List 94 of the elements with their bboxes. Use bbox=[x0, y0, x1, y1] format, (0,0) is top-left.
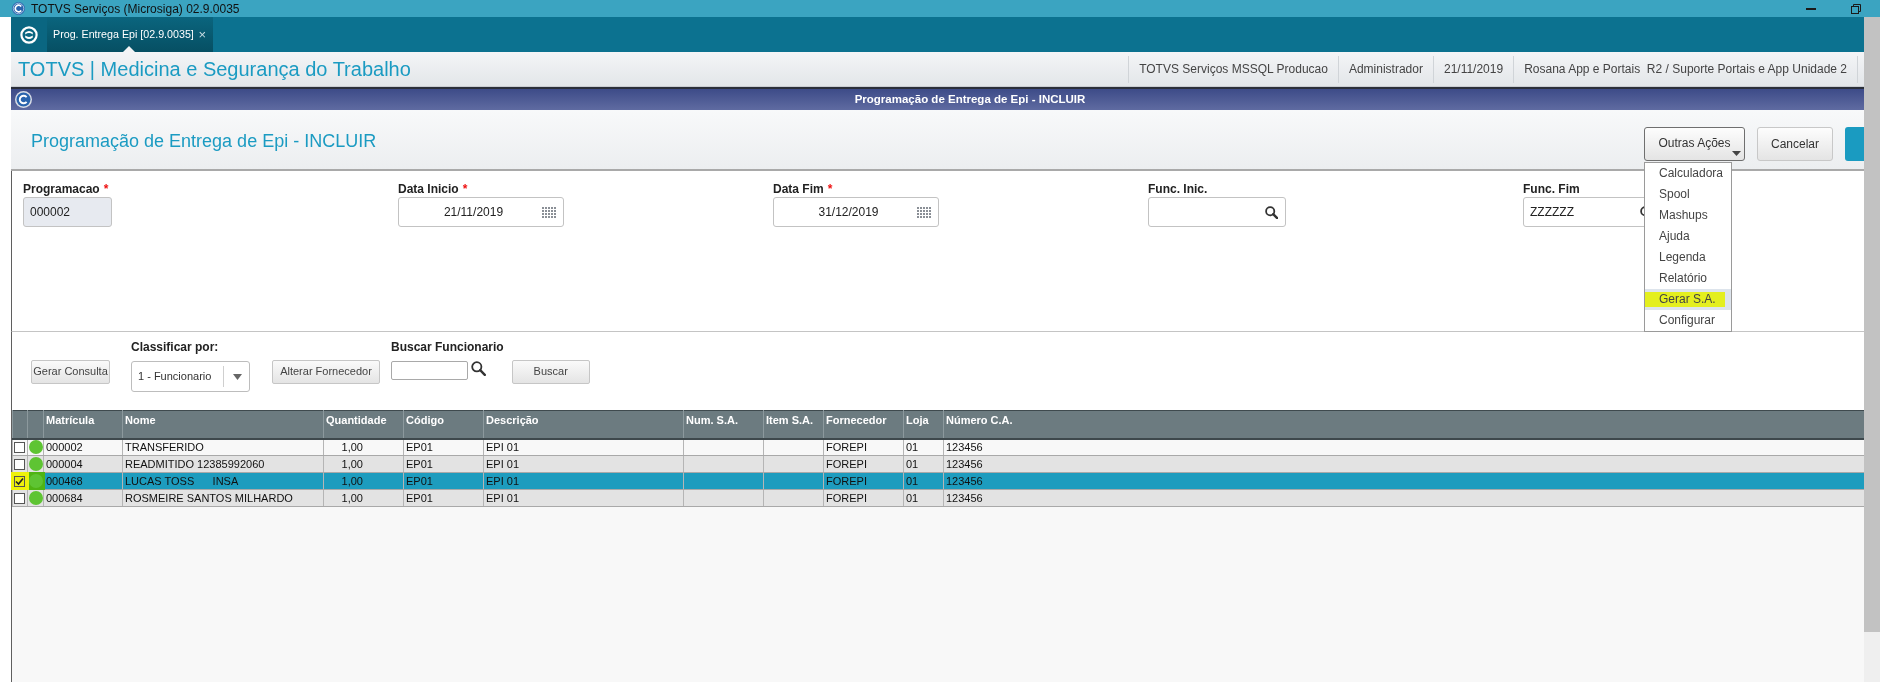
action-button[interactable]: Cancelar bbox=[1757, 127, 1833, 161]
lookup-field[interactable] bbox=[1148, 197, 1286, 227]
search-label: Buscar Funcionario bbox=[391, 339, 504, 356]
table-cell: EPI 01 bbox=[483, 438, 684, 456]
table-cell: 123456 bbox=[943, 472, 1864, 490]
header-info: 21/11/2019 bbox=[1443, 61, 1504, 77]
table-cell: READMITIDO 12385992060 bbox=[122, 455, 324, 473]
table-cell: 1,00 bbox=[323, 455, 404, 473]
sort-select[interactable]: 1 - Funcionario bbox=[131, 361, 250, 392]
tab-pointer-icon bbox=[123, 46, 135, 52]
page-title: Programação de Entrega de Epi - INCLUIR bbox=[31, 131, 377, 153]
table-cell: EPI 01 bbox=[483, 455, 684, 473]
search-icon[interactable] bbox=[471, 361, 486, 376]
table-cell: FOREPI bbox=[823, 438, 904, 456]
column-header[interactable]: Loja bbox=[903, 410, 944, 439]
caret-icon bbox=[1732, 151, 1741, 156]
header-info: Rosana App e Portais R2 / Suporte Portais e App Unidade 2 bbox=[1524, 61, 1847, 77]
checkbox[interactable] bbox=[14, 458, 25, 470]
date-field[interactable]: 31/12/2019 bbox=[773, 197, 939, 227]
menu-item[interactable]: Ajuda bbox=[1645, 226, 1731, 247]
table-cell: 1,00 bbox=[323, 472, 404, 490]
column-header[interactable]: Descrição bbox=[483, 410, 684, 439]
dialog-title: Programação de Entrega de Epi - INCLUIR bbox=[854, 92, 1086, 107]
required-mark: * bbox=[103, 181, 109, 197]
menu-item[interactable]: Relatório bbox=[1645, 268, 1731, 289]
header-info: TOTVS Serviços MSSQL Producao bbox=[1139, 61, 1328, 77]
table-cell: 123456 bbox=[943, 438, 1864, 456]
table-cell: 01 bbox=[903, 472, 944, 490]
column-header[interactable]: Quantidade bbox=[323, 410, 404, 439]
column-header[interactable]: Item S.A. bbox=[763, 410, 824, 439]
table-cell: 01 bbox=[903, 489, 944, 507]
minimize-icon[interactable] bbox=[1806, 7, 1816, 10]
table-cell: FOREPI bbox=[823, 455, 904, 473]
checkbox[interactable] bbox=[14, 492, 25, 504]
table-cell: 01 bbox=[903, 438, 944, 456]
table-cell: 123456 bbox=[943, 455, 1864, 473]
table-cell: 1,00 bbox=[323, 438, 404, 456]
search-icon[interactable] bbox=[1265, 205, 1278, 219]
column-header[interactable]: Código bbox=[403, 410, 484, 439]
required-mark: * bbox=[462, 181, 468, 197]
field-label: Data Fim bbox=[773, 181, 824, 197]
table-cell: LUCAS TOSS INSA bbox=[122, 472, 324, 490]
toolbar-button[interactable]: Gerar Consulta bbox=[31, 360, 110, 384]
column-header[interactable]: Num. S.A. bbox=[683, 410, 764, 439]
tab[interactable]: Prog. Entrega Epi [02.9.0035] × bbox=[47, 17, 213, 52]
column-header[interactable]: Fornecedor bbox=[823, 410, 904, 439]
toolbar-button[interactable]: Buscar bbox=[511, 360, 590, 384]
header-info: Administrador bbox=[1348, 61, 1423, 77]
table-cell: FOREPI bbox=[823, 472, 904, 490]
field-label: Programacao bbox=[23, 181, 100, 197]
table-cell: EP01 bbox=[403, 438, 484, 456]
table-cell: EP01 bbox=[403, 489, 484, 507]
required-mark: * bbox=[827, 181, 833, 197]
table-cell: EPI 01 bbox=[483, 472, 684, 490]
table-cell: TRANSFERIDO bbox=[122, 438, 324, 456]
table-cell: ROSMEIRE SANTOS MILHARDO bbox=[122, 489, 324, 507]
menu-item[interactable]: Gerar S.A. bbox=[1645, 289, 1731, 310]
date-field[interactable]: 21/11/2019 bbox=[398, 197, 564, 227]
table-cell: EP01 bbox=[403, 472, 484, 490]
search-field[interactable] bbox=[391, 361, 468, 380]
window-title: TOTVS Serviços (Microsiga) 02.9.0035 bbox=[31, 1, 240, 16]
field-label: Func. Fim bbox=[1523, 181, 1580, 197]
home-button[interactable] bbox=[11, 17, 47, 52]
app-logo-icon bbox=[12, 2, 25, 15]
app-logo-icon bbox=[15, 91, 32, 108]
table-cell: 123456 bbox=[943, 489, 1864, 507]
select-label: Classificar por: bbox=[131, 339, 220, 356]
restore-icon[interactable] bbox=[1851, 3, 1861, 14]
checkbox[interactable] bbox=[14, 475, 25, 487]
app-title: TOTVS | Medicina e Segurança do Trabalho bbox=[18, 57, 411, 81]
table-cell: 01 bbox=[903, 455, 944, 473]
table-cell: 1,00 bbox=[323, 489, 404, 507]
field-label: Data Inicio bbox=[398, 181, 459, 197]
table-cell: FOREPI bbox=[823, 489, 904, 507]
calendar-icon[interactable] bbox=[917, 206, 931, 218]
calendar-icon[interactable] bbox=[542, 206, 556, 218]
table-cell: EP01 bbox=[403, 455, 484, 473]
toolbar-button[interactable]: Alterar Fornecedor bbox=[272, 360, 380, 384]
ring-logo-icon bbox=[20, 25, 38, 44]
checkbox[interactable] bbox=[14, 441, 25, 453]
table-cell: 000684 bbox=[43, 489, 123, 507]
table-cell: EPI 01 bbox=[483, 489, 684, 507]
dropdown-button[interactable]: Outras Ações bbox=[1644, 127, 1745, 161]
menu-item[interactable]: Legenda bbox=[1645, 247, 1731, 268]
column-header[interactable]: Matrícula bbox=[43, 410, 123, 439]
column-header[interactable]: Nome bbox=[122, 410, 324, 439]
caret-icon bbox=[233, 373, 242, 380]
close-button[interactable]: × bbox=[198, 28, 206, 41]
field-label: Func. Inic. bbox=[1148, 181, 1208, 197]
table-cell: 000468 bbox=[43, 472, 123, 490]
menu-item[interactable]: Calculadora bbox=[1645, 163, 1731, 184]
table-cell: 000002 bbox=[43, 438, 123, 456]
table-cell: 000004 bbox=[43, 455, 123, 473]
menu-item[interactable]: Configurar bbox=[1645, 310, 1731, 331]
